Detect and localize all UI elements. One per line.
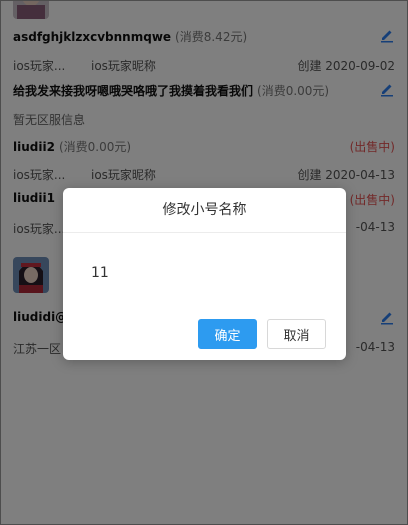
dialog-title: 修改小号名称 bbox=[63, 188, 346, 233]
rename-account-dialog: 修改小号名称 确定 取消 bbox=[63, 188, 346, 360]
account-name-input[interactable] bbox=[81, 260, 328, 286]
cancel-button[interactable]: 取消 bbox=[267, 319, 326, 349]
confirm-button[interactable]: 确定 bbox=[198, 319, 257, 349]
